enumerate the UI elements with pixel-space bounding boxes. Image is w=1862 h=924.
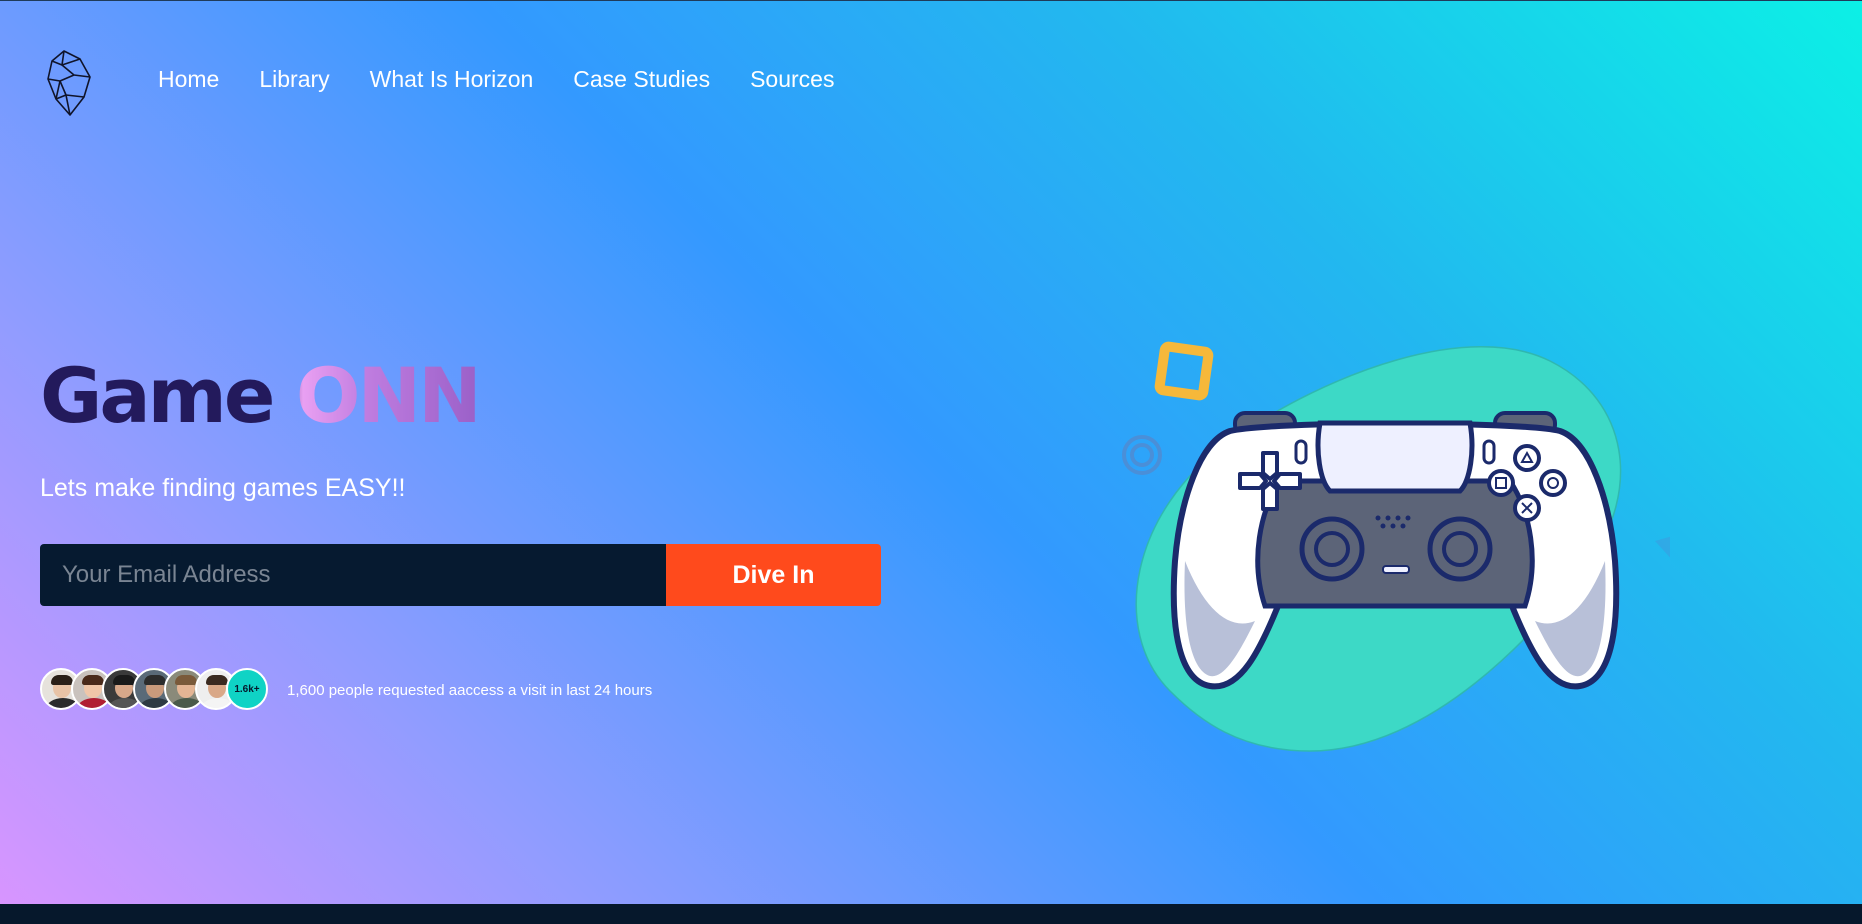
hero-title: Game ONN (40, 351, 482, 441)
nav-item-sources[interactable]: Sources (750, 63, 834, 95)
dive-in-button[interactable]: Dive In (666, 544, 881, 606)
requests-text: 1,600 people requested aaccess a visit i… (287, 682, 653, 699)
hero-title-word-onn: ONN (272, 351, 482, 440)
circle-shape-icon (1122, 435, 1162, 475)
nav-item-library[interactable]: Library (259, 63, 329, 95)
nav-item-home[interactable]: Home (158, 63, 219, 95)
footer-strip (0, 904, 1862, 924)
gamepad-illustration (1122, 341, 1670, 752)
email-input[interactable] (40, 544, 666, 606)
main-nav: Home Library What Is Horizon Case Studie… (158, 63, 874, 95)
hero-section: Home Library What Is Horizon Case Studie… (0, 0, 1862, 904)
nav-item-case-studies[interactable]: Case Studies (573, 63, 710, 95)
square-shape-icon (1154, 341, 1214, 401)
crystal-logo-icon[interactable] (44, 49, 94, 119)
email-signup-form: Dive In (40, 544, 881, 606)
avatar-count-badge: 1.6k+ (226, 668, 268, 710)
nav-item-what-is-horizon[interactable]: What Is Horizon (370, 63, 534, 95)
triangle-shape-icon (1655, 536, 1670, 558)
avatar-stack: 1.6k+ (40, 668, 268, 712)
hero-title-word-game: Game (40, 351, 275, 440)
hero-subtitle: Lets make finding games EASY!! (40, 474, 406, 502)
